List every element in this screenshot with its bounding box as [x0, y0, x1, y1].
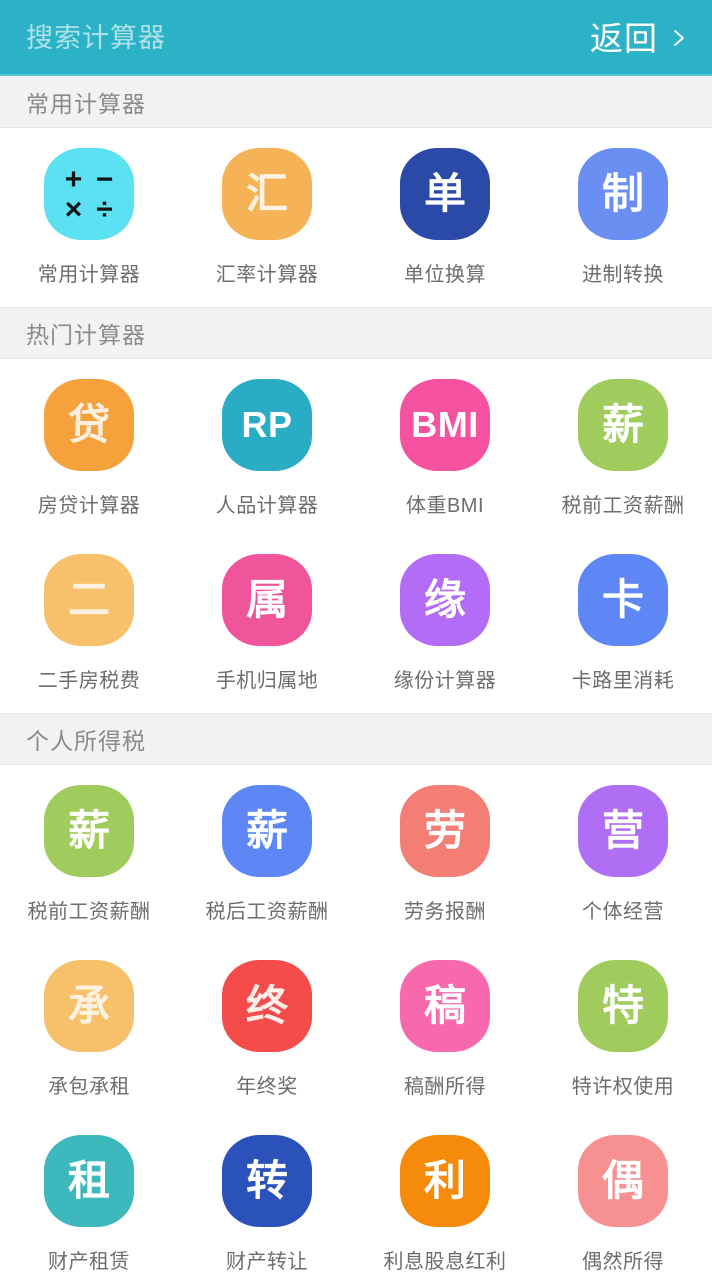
section-body: + − × ÷ 常用计算器汇汇率计算器单单位换算制进制转换: [0, 128, 712, 307]
calculator-tile[interactable]: + − × ÷ 常用计算器: [0, 128, 178, 303]
calculator-label: 缘份计算器: [393, 670, 497, 692]
section-body: 薪税前工资薪酬薪税后工资薪酬劳劳务报酬营个体经营承承包承租终年终奖稿稿酬所得特特…: [0, 765, 712, 1272]
calculator-icon: 薪: [222, 785, 312, 877]
calculator-icon: 二: [44, 554, 134, 646]
calculator-icon: 偶: [578, 1135, 668, 1227]
calculator-tile[interactable]: 偶偶然所得: [534, 1115, 712, 1272]
calculator-tile[interactable]: 贷房贷计算器: [0, 359, 178, 534]
calculator-label: 进制转换: [582, 264, 664, 286]
calculator-tile[interactable]: 属手机归属地: [178, 534, 356, 709]
calculator-grid: 贷房贷计算器 RP 人品计算器 BMI 体重BMI 薪税前工资薪酬二二手房税费属手机归属地…: [0, 359, 712, 709]
section-header: 个人所得税: [0, 713, 712, 765]
calculator-icon: 制: [578, 148, 668, 240]
calculator-label: 卡路里消耗: [571, 670, 675, 692]
calculator-icon: 属: [222, 554, 312, 646]
calculator-label: 人品计算器: [215, 495, 319, 517]
calculator-label: 汇率计算器: [215, 264, 319, 286]
calculator-icon: + − × ÷: [44, 148, 134, 240]
calculator-icon: 薪: [44, 785, 134, 877]
chevron-right-icon: [670, 29, 688, 47]
calculator-tile[interactable]: 汇汇率计算器: [178, 128, 356, 303]
calculator-label: 利息股息红利: [383, 1251, 507, 1272]
calculator-label: 税后工资薪酬: [205, 901, 329, 923]
calculator-icon: 营: [578, 785, 668, 877]
sections-scroll-area[interactable]: 常用计算器 + − × ÷ 常用计算器汇汇率计算器单单位换算制进制转换 热门计算器贷房贷计算…: [0, 76, 712, 1272]
calculator-icon: 汇: [222, 148, 312, 240]
calculator-icon: BMI: [400, 379, 490, 471]
calculator-tile[interactable]: 租财产租赁: [0, 1115, 178, 1272]
calculator-label: 常用计算器: [37, 264, 141, 286]
calculator-icon: 薪: [578, 379, 668, 471]
calculator-label: 财产转让: [226, 1251, 308, 1272]
section-body: 贷房贷计算器 RP 人品计算器 BMI 体重BMI 薪税前工资薪酬二二手房税费属手机归属地…: [0, 359, 712, 713]
calculator-label: 房贷计算器: [37, 495, 141, 517]
back-button-label: 返回: [590, 19, 658, 57]
calculator-label: 手机归属地: [215, 670, 319, 692]
search-input[interactable]: [26, 22, 576, 54]
calculator-label: 年终奖: [236, 1076, 298, 1098]
calculator-label: 稿酬所得: [404, 1076, 486, 1098]
calculator-icon: 转: [222, 1135, 312, 1227]
calculator-tile[interactable]: 单单位换算: [356, 128, 534, 303]
calculator-icon: 利: [400, 1135, 490, 1227]
calculator-tile[interactable]: 稿稿酬所得: [356, 940, 534, 1115]
calculator-icon: 承: [44, 960, 134, 1052]
calculator-label: 税前工资薪酬: [561, 495, 685, 517]
calculator-tile[interactable]: 二二手房税费: [0, 534, 178, 709]
calculator-icon: RP: [222, 379, 312, 471]
calculator-tile[interactable]: 利利息股息红利: [356, 1115, 534, 1272]
calculator-label: 体重BMI: [405, 495, 485, 517]
calculator-icon: 租: [44, 1135, 134, 1227]
calculator-tile[interactable]: 终年终奖: [178, 940, 356, 1115]
calculator-tile[interactable]: 薪税前工资薪酬: [534, 359, 712, 534]
section-header: 常用计算器: [0, 76, 712, 128]
calculator-tile[interactable]: 特特许权使用: [534, 940, 712, 1115]
calculator-icon: 卡: [578, 554, 668, 646]
calculator-label: 税前工资薪酬: [27, 901, 151, 923]
calculator-label: 二手房税费: [37, 670, 141, 692]
calculator-tile[interactable]: BMI 体重BMI: [356, 359, 534, 534]
calculator-icon: 终: [222, 960, 312, 1052]
calculator-icon: 贷: [44, 379, 134, 471]
calculator-label: 特许权使用: [571, 1076, 675, 1098]
calculator-label: 劳务报酬: [404, 901, 486, 923]
calculator-label: 个体经营: [582, 901, 664, 923]
calculator-tile[interactable]: RP 人品计算器: [178, 359, 356, 534]
calculator-icon: 劳: [400, 785, 490, 877]
calculator-tile[interactable]: 卡卡路里消耗: [534, 534, 712, 709]
calculator-tile[interactable]: 劳劳务报酬: [356, 765, 534, 940]
calculator-tile[interactable]: 薪税后工资薪酬: [178, 765, 356, 940]
calculator-grid: 薪税前工资薪酬薪税后工资薪酬劳劳务报酬营个体经营承承包承租终年终奖稿稿酬所得特特…: [0, 765, 712, 1272]
calculator-label: 财产租赁: [48, 1251, 130, 1272]
calculator-icon: 特: [578, 960, 668, 1052]
calculator-icon: 缘: [400, 554, 490, 646]
calculator-label: 承包承租: [48, 1076, 130, 1098]
operators-icon: + − × ÷: [64, 163, 114, 226]
calculator-icon: 单: [400, 148, 490, 240]
calculator-tile[interactable]: 承承包承租: [0, 940, 178, 1115]
calculator-grid: + − × ÷ 常用计算器汇汇率计算器单单位换算制进制转换: [0, 128, 712, 303]
top-bar: 返回: [0, 0, 712, 76]
calculator-icon: 稿: [400, 960, 490, 1052]
calculator-label: 偶然所得: [582, 1251, 664, 1272]
calculator-tile[interactable]: 薪税前工资薪酬: [0, 765, 178, 940]
calculator-label: 单位换算: [404, 264, 486, 286]
calculator-tile[interactable]: 制进制转换: [534, 128, 712, 303]
section-header: 热门计算器: [0, 307, 712, 359]
back-button[interactable]: 返回: [576, 18, 694, 59]
calculator-tile[interactable]: 营个体经营: [534, 765, 712, 940]
app-root: 返回 常用计算器+−×÷常用计算器汇汇率计算器单单位换算制进制转换热门计算器贷房…: [0, 0, 712, 1272]
calculator-tile[interactable]: 缘缘份计算器: [356, 534, 534, 709]
calculator-tile[interactable]: 转财产转让: [178, 1115, 356, 1272]
